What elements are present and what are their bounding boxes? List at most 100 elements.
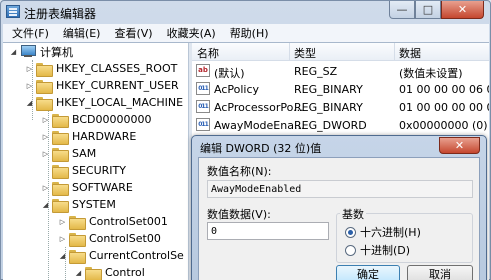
expand-arrow-icon[interactable]: ▷: [41, 133, 50, 141]
tree-item-computer[interactable]: ◢ 计算机: [9, 43, 73, 60]
folder-icon: [52, 164, 69, 179]
tree-item-label: HKEY_CURRENT_USER: [56, 79, 179, 92]
value-data-field[interactable]: [207, 222, 329, 240]
tree-item-label: 计算机: [40, 45, 73, 59]
binary-value-icon: 011: [196, 100, 210, 113]
collapse-arrow-icon[interactable]: ◢: [58, 252, 67, 260]
tree-item-label: SAM: [72, 147, 97, 160]
value-name: AcProcessorPo...: [214, 101, 304, 114]
tree-item-hardware[interactable]: ▷ HARDWARE: [41, 128, 136, 145]
tree-item-hkey-local-machine[interactable]: ◢ HKEY_LOCAL_MACHINE: [25, 94, 183, 111]
tree-item-label: ControlSet00: [89, 232, 161, 245]
folder-icon: [69, 232, 86, 247]
tree-item-label: HARDWARE: [72, 130, 137, 143]
tree-item-system[interactable]: ◢ SYSTEM: [41, 196, 116, 213]
folder-icon: [36, 96, 53, 111]
column-divider[interactable]: [289, 43, 290, 61]
tree-item-label: CurrentControlSe: [89, 249, 184, 262]
radio-label: 十进制(D): [360, 244, 411, 257]
value-type: REG_BINARY: [294, 101, 363, 114]
collapse-arrow-icon[interactable]: ◢: [25, 99, 34, 107]
folder-icon: [69, 215, 86, 230]
value-type: REG_SZ: [294, 65, 338, 78]
tree-item-software[interactable]: ▷ SOFTWARE: [41, 179, 133, 196]
string-value-icon: ab: [196, 64, 210, 77]
binary-value-icon: 011: [196, 82, 210, 95]
expand-arrow-icon[interactable]: ▷: [58, 218, 67, 226]
menu-edit[interactable]: 编辑(E): [56, 25, 108, 41]
folder-icon: [52, 181, 69, 196]
menu-view[interactable]: 查看(V): [107, 25, 159, 41]
folder-icon: [52, 130, 69, 145]
tree-item-hkey-current-user[interactable]: ▷ HKEY_CURRENT_USER: [25, 77, 179, 94]
radio-hexadecimal[interactable]: 十六进制(H): [345, 224, 421, 240]
column-header-type[interactable]: 类型: [294, 45, 316, 61]
menu-favorites[interactable]: 收藏夹(A): [160, 25, 223, 41]
registry-editor-icon: [6, 5, 20, 18]
tree-item-currentcontrolset[interactable]: ◢ CurrentControlSe: [58, 247, 184, 264]
title-bar[interactable]: 注册表编辑器 — □ ✕: [1, 1, 490, 23]
collapse-arrow-icon[interactable]: ◢: [74, 269, 83, 277]
tree-item-label: HKEY_CLASSES_ROOT: [56, 62, 178, 75]
close-button[interactable]: ✕: [441, 1, 484, 19]
radio-decimal[interactable]: 十进制(D): [345, 242, 410, 258]
value-type: REG_DWORD: [294, 119, 367, 132]
radio-button-icon[interactable]: [345, 244, 356, 256]
tree-item-control[interactable]: ◢ Control: [74, 264, 145, 280]
binary-value-icon: 011: [196, 118, 210, 131]
expand-arrow-icon[interactable]: ▷: [25, 82, 34, 90]
dialog-close-button[interactable]: ✕: [439, 137, 480, 154]
value-data: 0x00000000 (0): [399, 119, 488, 132]
column-header-name[interactable]: 名称: [197, 45, 219, 61]
cancel-button[interactable]: 取消: [407, 265, 473, 280]
tree-item-controlset00[interactable]: ▷ ControlSet00: [58, 230, 161, 247]
tree-item-label: HKEY_LOCAL_MACHINE: [56, 96, 184, 109]
minimize-button[interactable]: —: [389, 1, 415, 19]
expand-arrow-icon[interactable]: ▷: [41, 116, 50, 124]
value-data: 01 00 00 00 00 0: [399, 101, 489, 114]
column-divider[interactable]: [394, 43, 395, 61]
tree-item-security[interactable]: SECURITY: [41, 162, 126, 179]
menu-file[interactable]: 文件(F): [5, 25, 56, 41]
ok-button[interactable]: 确定: [336, 265, 400, 280]
radio-button-icon[interactable]: [345, 226, 356, 238]
collapse-arrow-icon[interactable]: ◢: [41, 201, 50, 209]
window-controls: — □ ✕: [389, 1, 484, 19]
tree-item-label: Control: [105, 266, 145, 279]
list-row[interactable]: 011 AcProcessorPo... REG_BINARY 01 00 00…: [192, 98, 489, 116]
menu-help[interactable]: 帮助(H): [223, 25, 276, 41]
folder-icon: [36, 62, 53, 77]
expand-arrow-icon[interactable]: ▷: [41, 150, 50, 158]
edit-dword-dialog: 编辑 DWORD (32 位)值 ✕ 数值名称(N): 数值数据(V): 基数 …: [191, 135, 487, 280]
folder-icon: [52, 113, 69, 128]
list-row[interactable]: 011 AwayModeEna... REG_DWORD 0x00000000 …: [192, 116, 489, 134]
expand-arrow-icon[interactable]: ▷: [25, 65, 34, 73]
column-header-data[interactable]: 数据: [399, 45, 421, 61]
folder-icon: [85, 266, 102, 280]
value-name: AwayModeEna...: [214, 119, 305, 132]
collapse-arrow-icon[interactable]: ◢: [9, 48, 18, 56]
registry-tree[interactable]: ◢ 计算机 ▷ HKEY_CLASSES_ROOT ▷ HKEY_CURRENT…: [3, 43, 189, 280]
list-row[interactable]: ab (默认) REG_SZ (数值未设置): [192, 62, 489, 80]
list-header: 名称 类型 数据: [192, 43, 489, 61]
value-name-field[interactable]: [207, 180, 473, 198]
folder-icon: [52, 147, 69, 162]
tree-item-label: SECURITY: [72, 164, 126, 177]
tree-item-controlset001[interactable]: ▷ ControlSet001: [58, 213, 168, 230]
maximize-button[interactable]: □: [415, 1, 441, 19]
tree-item-label: BCD00000000: [72, 113, 152, 126]
value-type: REG_BINARY: [294, 83, 363, 96]
radio-label: 十六进制(H): [360, 226, 421, 239]
tree-item-label: SOFTWARE: [72, 181, 133, 194]
tree-item-sam[interactable]: ▷ SAM: [41, 145, 96, 162]
menu-bar: 文件(F) 编辑(E) 查看(V) 收藏夹(A) 帮助(H): [3, 24, 489, 42]
folder-icon: [69, 249, 86, 264]
list-row[interactable]: 011 AcPolicy REG_BINARY 01 00 00 00 06 0: [192, 80, 489, 98]
expand-arrow-icon[interactable]: ▷: [41, 184, 50, 192]
tree-item-bcd00000000[interactable]: ▷ BCD00000000: [41, 111, 152, 128]
tree-item-label: SYSTEM: [72, 198, 116, 211]
value-data-label: 数值数据(V):: [207, 208, 271, 221]
value-name: (默认): [214, 67, 245, 80]
expand-arrow-icon[interactable]: ▷: [58, 235, 67, 243]
tree-item-hkey-classes-root[interactable]: ▷ HKEY_CLASSES_ROOT: [25, 60, 177, 77]
